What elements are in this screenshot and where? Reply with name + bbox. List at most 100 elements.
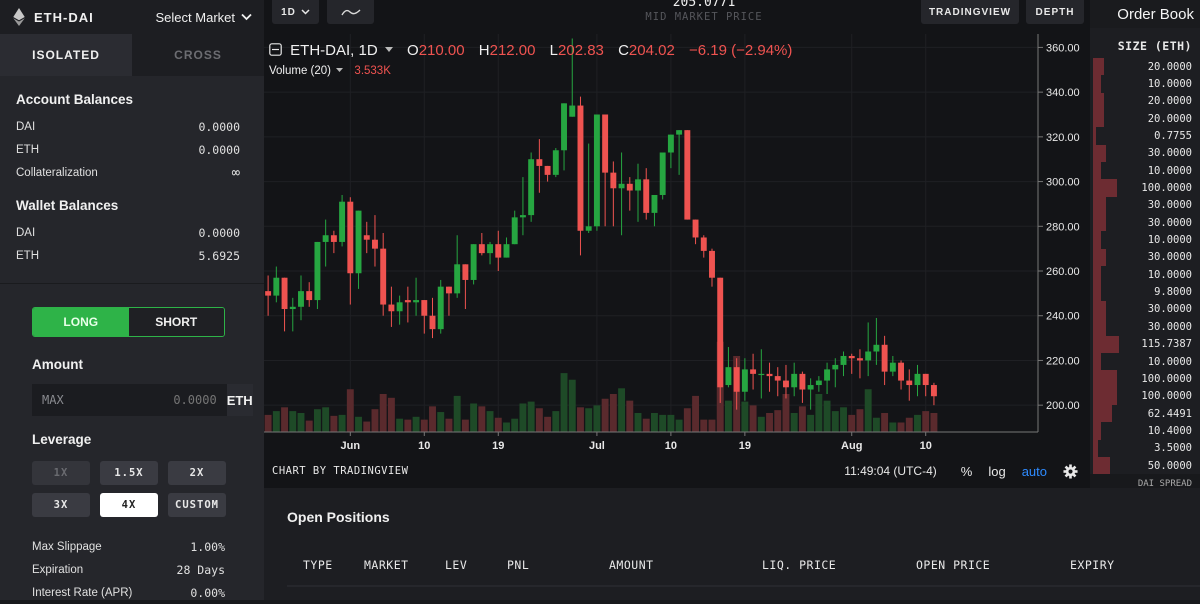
volume-bar xyxy=(650,413,658,432)
tab-isolated[interactable]: ISOLATED xyxy=(0,34,132,76)
volume-bar xyxy=(593,405,601,432)
volume-bar xyxy=(371,409,379,432)
candle-body xyxy=(610,172,617,189)
candle-body xyxy=(470,244,477,280)
candle-body xyxy=(355,210,362,274)
leverage-2x-button[interactable]: 2X xyxy=(168,461,226,485)
order-book-row[interactable]: 30.0000 xyxy=(1090,196,1200,215)
order-book-row[interactable]: 30.0000 xyxy=(1090,144,1200,163)
order-book-row[interactable]: 10.0000 xyxy=(1090,266,1200,284)
leverage-1-5x-button[interactable]: 1.5X xyxy=(100,461,158,485)
auto-scale-toggle[interactable]: auto xyxy=(1022,464,1047,479)
chart-footer: CHART BY TRADINGVIEW 11:49:04 (UTC-4) % … xyxy=(264,458,1090,484)
volume-bar xyxy=(478,406,486,432)
volume-bar xyxy=(494,417,502,432)
select-market-dropdown[interactable]: Select Market xyxy=(156,10,252,25)
legend-high-label: H xyxy=(478,42,490,59)
order-book-row[interactable]: 62.4491 xyxy=(1090,404,1200,423)
order-book-row[interactable]: 100.0000 xyxy=(1090,387,1200,405)
order-book-row[interactable]: 30.0000 xyxy=(1090,318,1200,336)
order-book-row[interactable]: 100.0000 xyxy=(1090,179,1200,197)
depth-bar xyxy=(1093,214,1107,232)
volume-bar xyxy=(889,422,897,432)
leverage-custom-button[interactable]: CUSTOM xyxy=(168,493,226,517)
order-book-row[interactable]: 20.0000 xyxy=(1090,58,1200,76)
order-size: 10.0000 xyxy=(1147,234,1192,247)
order-book-row[interactable]: 10.4000 xyxy=(1090,422,1200,440)
volume-bar xyxy=(782,394,790,432)
stat-row: Max Slippage 1.00% xyxy=(32,535,225,558)
collapse-legend-icon[interactable] xyxy=(269,43,282,56)
candle-body xyxy=(700,237,707,251)
order-book-row[interactable]: 10.0000 xyxy=(1090,231,1200,249)
leverage-options: 1X 1.5X 2X 3X 4X CUSTOM xyxy=(32,461,226,517)
order-book-row[interactable]: 20.0000 xyxy=(1090,92,1200,111)
open-positions-title: Open Positions xyxy=(287,509,390,525)
order-book-row[interactable]: 30.0000 xyxy=(1090,300,1200,319)
order-book-row[interactable]: 0.7755 xyxy=(1090,127,1200,145)
volume-bar xyxy=(346,389,354,432)
log-scale-toggle[interactable]: log xyxy=(988,464,1005,479)
depth-bar xyxy=(1093,335,1119,353)
order-book-row[interactable]: 10.0000 xyxy=(1090,162,1200,180)
balance-label: ETH xyxy=(16,143,39,156)
order-book-row[interactable]: 10.0000 xyxy=(1090,352,1200,371)
leverage-1x-button[interactable]: 1X xyxy=(32,461,90,485)
candle-body xyxy=(528,159,535,216)
caret-down-icon[interactable] xyxy=(336,68,344,72)
volume-label: Volume (20) xyxy=(269,65,332,77)
order-book: Order Book SIZE (ETH) 20.0000 10.0000 20.0… xyxy=(1090,0,1200,489)
volume-bar xyxy=(757,416,765,432)
max-button[interactable]: MAX xyxy=(42,393,64,407)
depth-button[interactable]: DEPTH xyxy=(1026,0,1084,24)
leverage-3x-button[interactable]: 3X xyxy=(32,493,90,517)
candle-body xyxy=(766,373,773,377)
balance-row: Collateralization ∞ xyxy=(16,161,240,184)
candle-body xyxy=(865,351,872,361)
gear-icon[interactable] xyxy=(1063,463,1078,479)
order-size: 20.0000 xyxy=(1147,60,1192,73)
candle-body xyxy=(536,159,543,166)
order-book-row[interactable]: 30.0000 xyxy=(1090,248,1200,267)
amount-input[interactable] xyxy=(63,393,217,407)
short-button[interactable]: SHORT xyxy=(128,308,224,336)
volume-bar xyxy=(363,421,371,432)
leverage-4x-button[interactable]: 4X xyxy=(100,493,158,517)
order-book-row[interactable]: 115.7387 xyxy=(1090,335,1200,353)
candle-body xyxy=(462,264,469,280)
stat-label: Expiration xyxy=(32,563,84,576)
volume-value: 3.533K xyxy=(354,65,391,77)
candle-body xyxy=(898,362,905,381)
order-book-row[interactable]: 50.0000 xyxy=(1090,456,1200,475)
order-size: 100.0000 xyxy=(1141,390,1192,403)
column-type: TYPE xyxy=(303,558,333,572)
order-book-row[interactable]: 20.0000 xyxy=(1090,110,1200,128)
candle-body xyxy=(363,235,370,240)
candle-body xyxy=(930,385,937,397)
long-button[interactable]: LONG xyxy=(33,308,129,336)
percent-scale-toggle[interactable]: % xyxy=(961,464,973,479)
candlestick-chart[interactable]: 360.00 340.00 320.00 300.00 280.00 260.00 240.… xyxy=(264,34,1090,458)
order-book-row[interactable]: 3.5000 xyxy=(1090,439,1200,457)
order-size: 30.0000 xyxy=(1147,303,1192,316)
caret-down-icon[interactable] xyxy=(384,47,393,52)
amount-field: MAX ETH xyxy=(32,384,253,416)
interval-dropdown[interactable]: 1D xyxy=(272,0,319,24)
order-book-row[interactable]: 100.0000 xyxy=(1090,370,1200,388)
positions-table-header: TYPE MARKET LEV PNL AMOUNT LIQ. PRICE OP… xyxy=(264,558,1200,576)
order-book-row[interactable]: 9.8000 xyxy=(1090,283,1200,301)
chart-type-button[interactable] xyxy=(327,0,374,24)
x-tick-label: Jun xyxy=(341,440,361,452)
depth-bar xyxy=(1093,422,1101,440)
tradingview-button[interactable]: TRADINGVIEW xyxy=(921,0,1019,24)
candle-body xyxy=(914,373,921,386)
mid-price-value: 205.0771 xyxy=(672,0,736,10)
order-book-row[interactable]: 10.0000 xyxy=(1090,75,1200,93)
order-size: 10.0000 xyxy=(1147,268,1192,281)
order-book-row[interactable]: 30.0000 xyxy=(1090,214,1200,232)
stat-row: Expiration 28 Days xyxy=(32,558,225,581)
order-size: 100.0000 xyxy=(1141,182,1192,195)
tab-cross[interactable]: CROSS xyxy=(132,34,264,76)
legend-open: 210.00 xyxy=(418,42,465,59)
candle-body xyxy=(454,264,461,294)
